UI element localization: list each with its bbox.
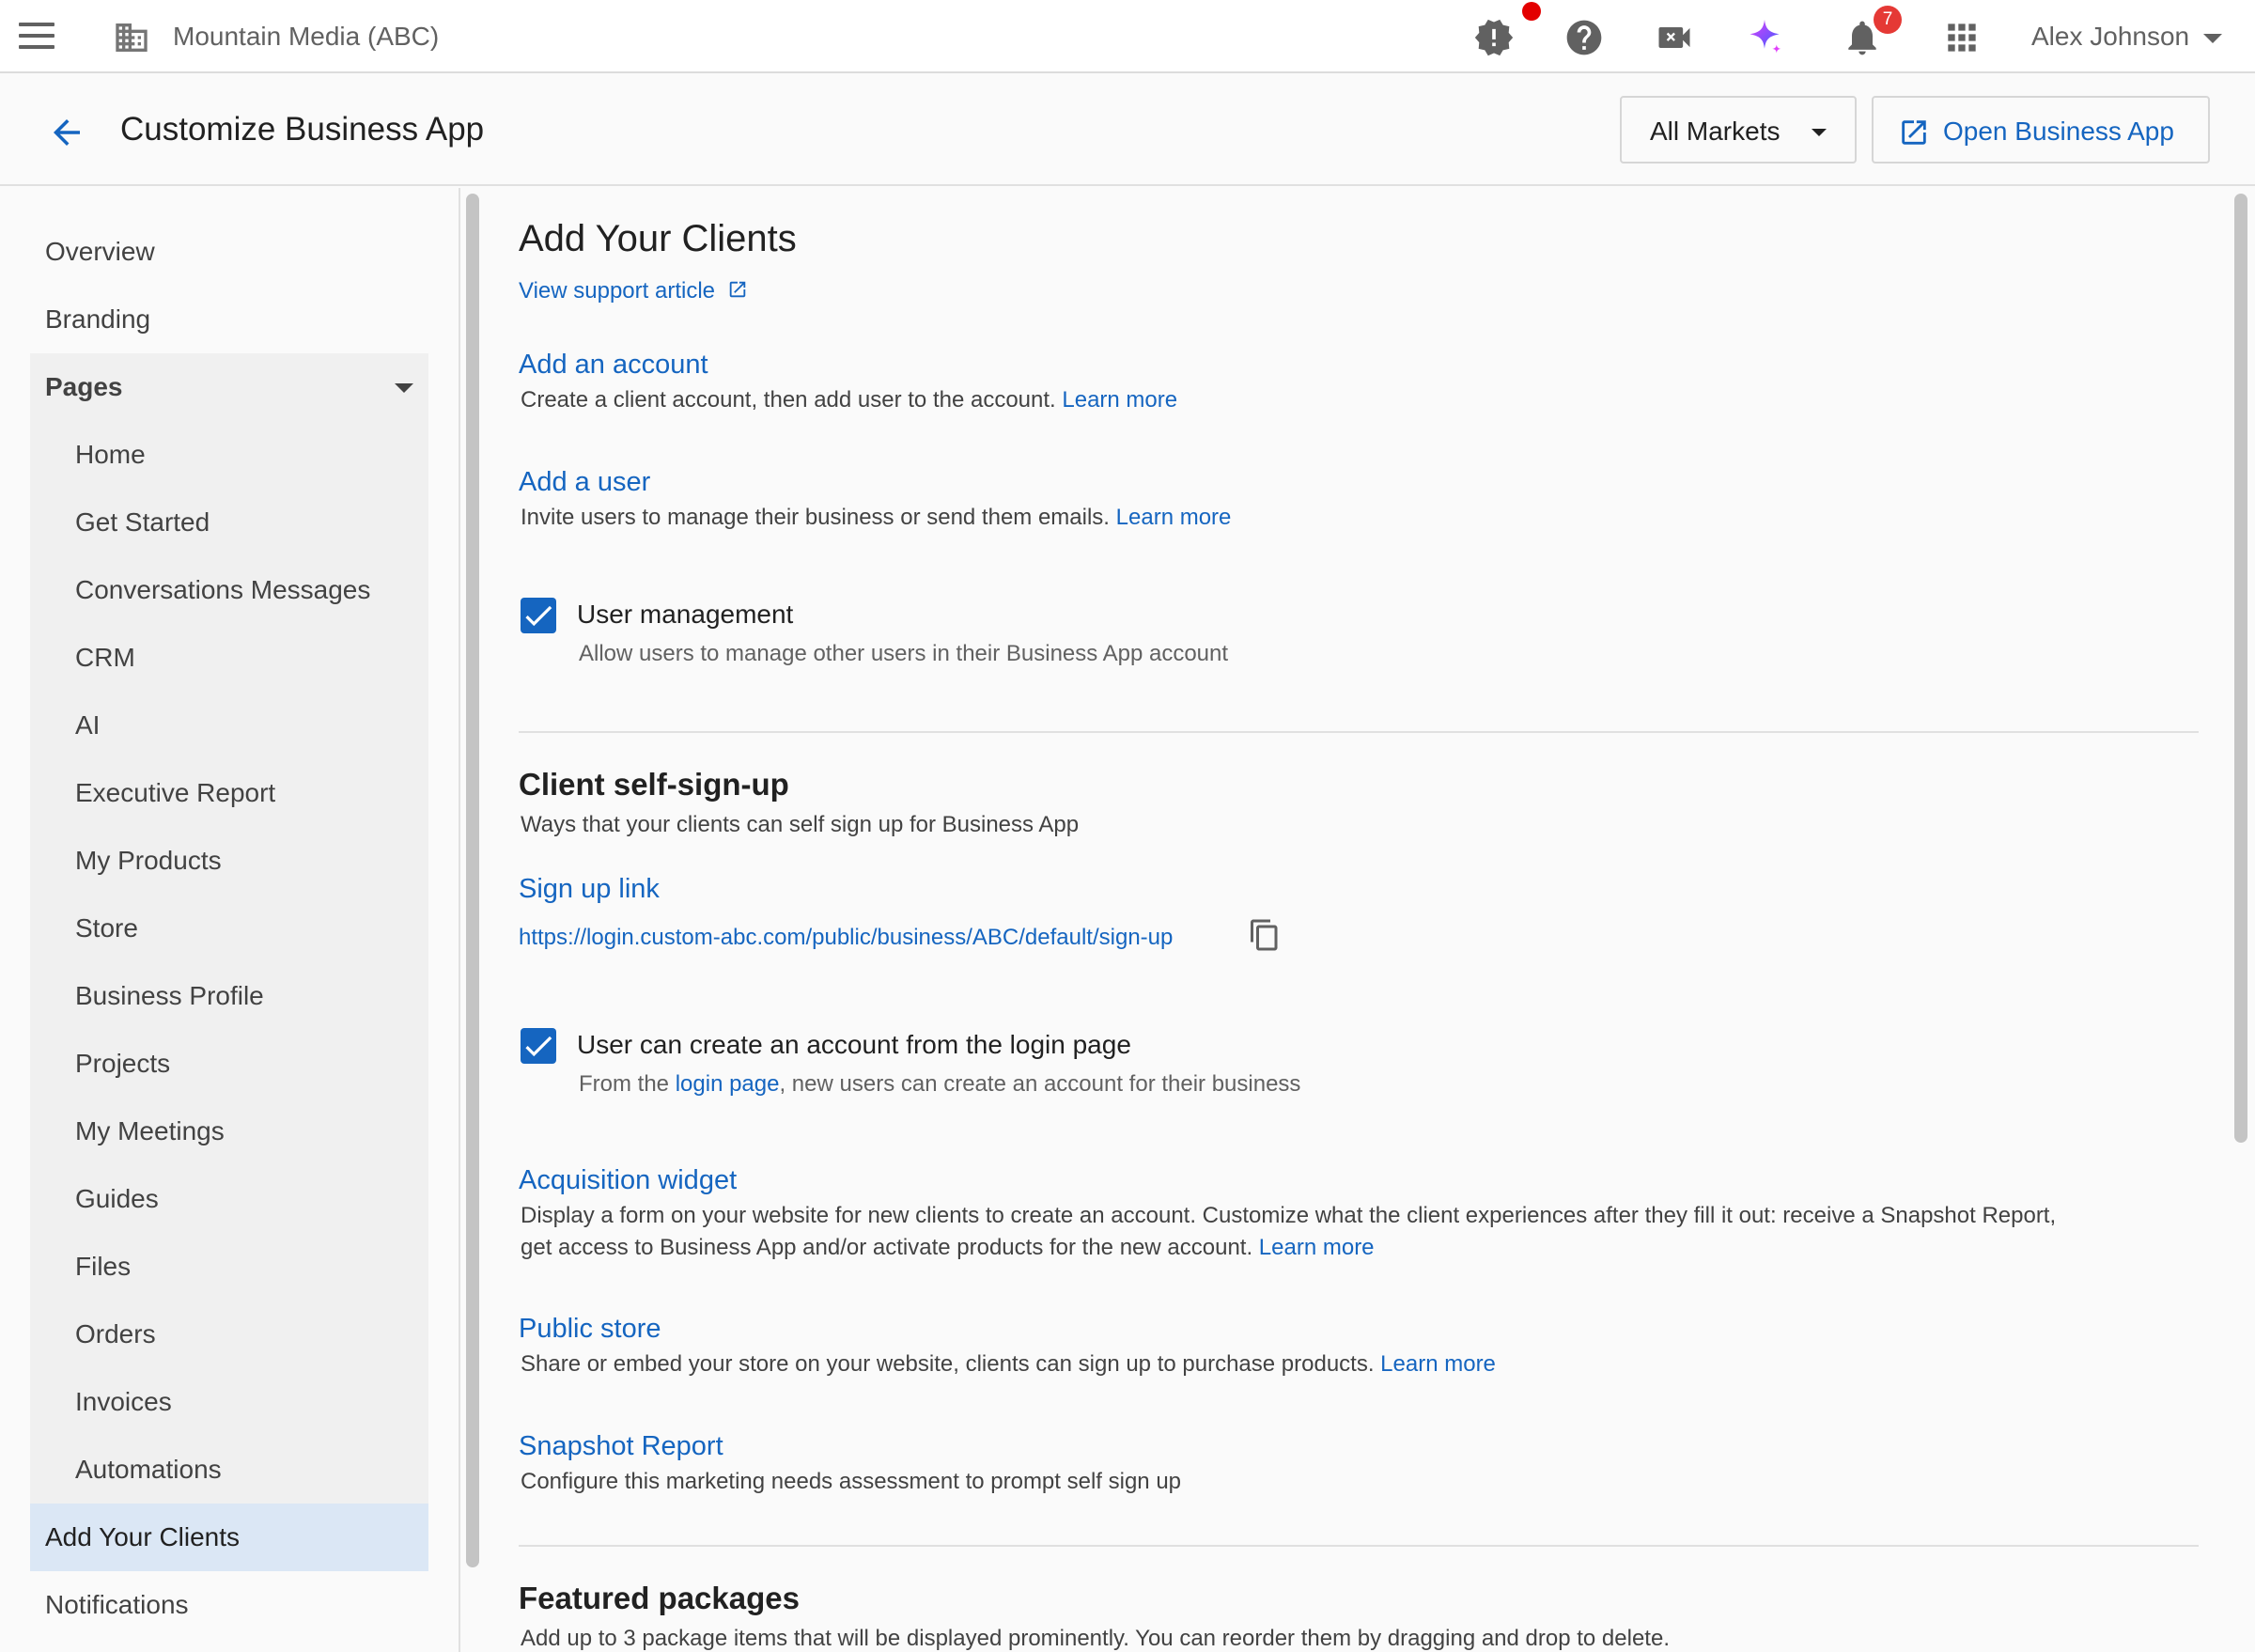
acquisition-desc-line2-text: get access to Business App and/or activa… — [521, 1235, 1253, 1260]
sidebar-item-invoices[interactable]: Invoices — [30, 1368, 428, 1436]
sidebar-item-automations[interactable]: Automations — [30, 1436, 428, 1504]
sidebar-scrollbar[interactable] — [466, 194, 479, 1567]
create-account-label: User can create an account from the logi… — [577, 1030, 1131, 1059]
public-store-desc-text: Share or embed your store on your websit… — [521, 1351, 1375, 1377]
add-account-desc: Create a client account, then add user t… — [521, 387, 1177, 413]
sidebar-item-store[interactable]: Store — [30, 895, 428, 962]
sidebar-item-add-your-clients[interactable]: Add Your Clients — [30, 1504, 428, 1571]
learn-more-link[interactable]: Learn more — [1062, 387, 1177, 413]
snapshot-report-link[interactable]: Snapshot Report — [519, 1431, 723, 1462]
learn-more-link[interactable]: Learn more — [1380, 1351, 1496, 1377]
public-store-desc: Share or embed your store on your websit… — [521, 1351, 1496, 1378]
sidebar-item-branding[interactable]: Branding — [30, 286, 428, 353]
menu-icon[interactable] — [19, 23, 54, 51]
page-header: Customize Business App All Markets Open … — [0, 75, 2255, 186]
create-account-desc: From the login page, new users can creat… — [579, 1071, 1300, 1098]
add-account-link[interactable]: Add an account — [519, 350, 708, 381]
sidebar-item-guides[interactable]: Guides — [30, 1165, 428, 1233]
sidebar-item-files[interactable]: Files — [30, 1233, 428, 1301]
sidebar-group-label: Pages — [45, 372, 123, 401]
user-management-desc: Allow users to manage other users in the… — [579, 641, 1229, 666]
sidebar-item-get-started[interactable]: Get Started — [30, 489, 428, 556]
sidebar-item-crm[interactable]: CRM — [30, 624, 428, 692]
main-content: Add Your Clients View support article Ad… — [487, 188, 2234, 1652]
sidebar-item-business-profile[interactable]: Business Profile — [30, 962, 428, 1030]
divider — [519, 731, 2199, 733]
open-in-new-icon — [729, 281, 745, 298]
signup-url[interactable]: https://login.custom-abc.com/public/busi… — [519, 925, 1173, 951]
sidebar-item-conversations[interactable]: Conversations Messages — [30, 556, 428, 624]
snapshot-report-desc: Configure this marketing needs assessmen… — [521, 1469, 1182, 1494]
learn-more-link[interactable]: Learn more — [1116, 505, 1232, 530]
learn-more-link[interactable]: Learn more — [1259, 1235, 1375, 1260]
featured-packages-desc: Add up to 3 package items that will be d… — [521, 1626, 1670, 1651]
top-bar: Mountain Media (ABC) 7 Alex Johnson — [0, 0, 2255, 73]
sparkle-icon[interactable] — [1744, 17, 1785, 58]
alert-icon[interactable] — [1473, 17, 1515, 58]
chevron-down-icon — [1812, 129, 1827, 136]
acquisition-desc-line2: get access to Business App and/or activa… — [521, 1235, 1375, 1261]
sidebar-item-my-products[interactable]: My Products — [30, 827, 428, 895]
support-article-label: View support article — [519, 278, 715, 304]
add-user-link[interactable]: Add a user — [519, 467, 650, 498]
video-icon[interactable] — [1654, 17, 1695, 58]
sidebar-group-pages[interactable]: Pages — [30, 353, 428, 421]
featured-packages-title: Featured packages — [519, 1581, 800, 1615]
apps-grid-icon[interactable] — [1941, 17, 1983, 58]
back-arrow-icon[interactable] — [47, 113, 86, 152]
markets-dropdown-label: All Markets — [1650, 117, 1781, 146]
sidebar-item-projects[interactable]: Projects — [30, 1030, 428, 1098]
sidebar-item-notifications[interactable]: Notifications — [30, 1571, 428, 1639]
support-article-link[interactable]: View support article — [519, 278, 748, 304]
notification-badge: 7 — [1874, 6, 1902, 34]
signup-link-title[interactable]: Sign up link — [519, 874, 660, 905]
open-business-app-button[interactable]: Open Business App — [1872, 96, 2210, 164]
check-icon — [525, 1036, 552, 1057]
sidebar-item-home[interactable]: Home — [30, 421, 428, 489]
self-signup-desc: Ways that your clients can self sign up … — [521, 812, 1080, 837]
sidebar: Overview Branding Pages Home Get Started… — [0, 188, 460, 1652]
user-management-checkbox[interactable] — [521, 598, 556, 633]
open-in-new-icon — [1902, 120, 1926, 145]
public-store-link[interactable]: Public store — [519, 1314, 661, 1345]
sidebar-item-ai[interactable]: AI — [30, 692, 428, 759]
sidebar-item-orders[interactable]: Orders — [30, 1301, 428, 1368]
building-icon — [116, 23, 148, 52]
copy-icon[interactable] — [1248, 918, 1282, 952]
alert-dot — [1522, 2, 1541, 21]
section-title: Add Your Clients — [519, 218, 797, 259]
create-account-desc-prefix: From the — [579, 1071, 670, 1097]
sidebar-item-my-meetings[interactable]: My Meetings — [30, 1098, 428, 1165]
create-account-checkbox[interactable] — [521, 1028, 556, 1064]
user-name[interactable]: Alex Johnson — [2031, 22, 2189, 52]
login-page-link[interactable]: login page — [676, 1071, 780, 1097]
user-menu-caret-icon[interactable] — [2203, 34, 2222, 43]
user-management-label: User management — [577, 600, 794, 629]
sidebar-item-executive-report[interactable]: Executive Report — [30, 759, 428, 827]
markets-dropdown[interactable]: All Markets — [1620, 96, 1857, 164]
self-signup-title: Client self-sign-up — [519, 767, 789, 802]
caret-down-icon — [395, 383, 413, 393]
main-scrollbar[interactable] — [2234, 194, 2247, 1143]
check-icon — [525, 605, 552, 627]
org-name[interactable]: Mountain Media (ABC) — [173, 22, 439, 52]
acquisition-desc-line1: Display a form on your website for new c… — [521, 1203, 2057, 1228]
help-icon[interactable] — [1563, 17, 1605, 58]
page-title: Customize Business App — [120, 111, 485, 148]
open-business-app-label: Open Business App — [1943, 117, 2174, 146]
divider — [519, 1545, 2199, 1547]
add-account-desc-text: Create a client account, then add user t… — [521, 387, 1056, 413]
acquisition-widget-link[interactable]: Acquisition widget — [519, 1165, 737, 1196]
add-user-desc-text: Invite users to manage their business or… — [521, 505, 1110, 530]
create-account-desc-suffix: , new users can create an account for th… — [779, 1071, 1301, 1097]
sidebar-item-overview[interactable]: Overview — [30, 218, 428, 286]
add-user-desc: Invite users to manage their business or… — [521, 505, 1231, 531]
